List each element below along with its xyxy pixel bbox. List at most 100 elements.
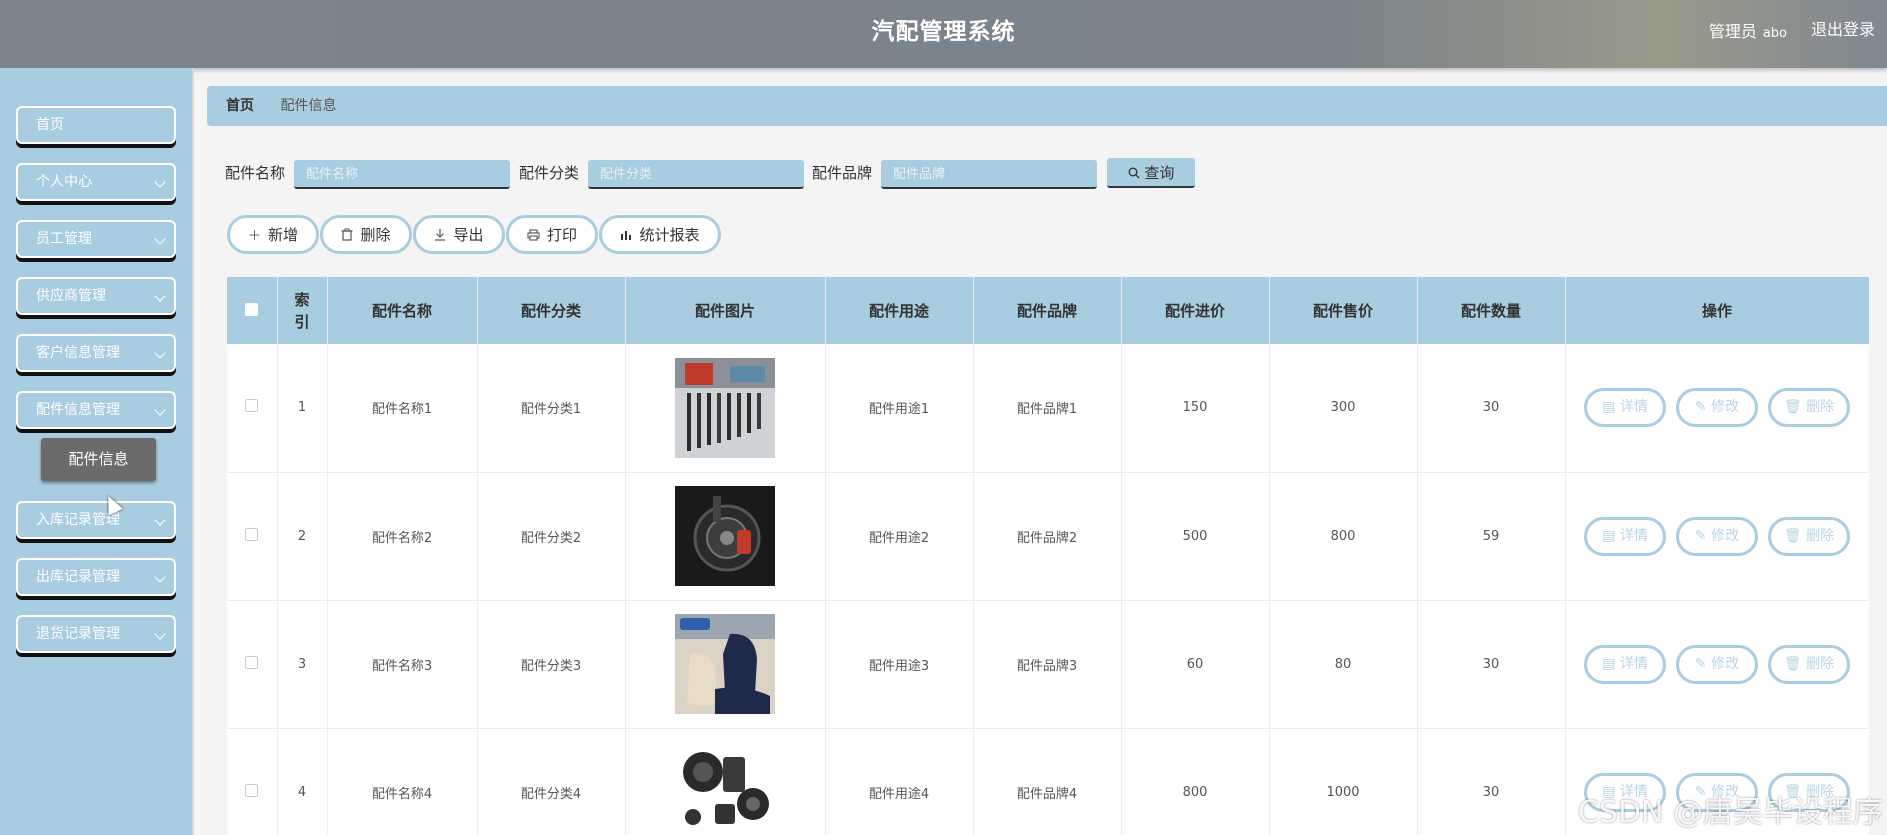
sidebar: 首页 个人中心 员工管理 供应商管理 客户信息管理 配件信息管理 配件信息 入库… xyxy=(0,68,194,835)
trash-icon: 🗑 xyxy=(1783,655,1802,672)
search-name-input[interactable] xyxy=(294,160,510,189)
cell-price: 800 xyxy=(1269,472,1418,601)
sidebar-item-label: 员工管理 xyxy=(36,231,92,247)
header-index: 索引 xyxy=(277,277,328,344)
chevron-down-icon xyxy=(154,176,166,188)
chevron-down-icon xyxy=(154,347,166,359)
detail-button[interactable]: ▤ 详情 xyxy=(1584,516,1666,556)
search-name-label: 配件名称 xyxy=(225,164,286,182)
table-row: 2 配件名称2 配件分类2 配件用途2 配件品牌2 500 800 59 ▤ 详… xyxy=(227,472,1869,601)
pencil-icon: ✎ xyxy=(1694,527,1707,544)
app-title: 汽配管理系统 xyxy=(871,18,1016,45)
cell-price: 1000 xyxy=(1269,728,1418,835)
cell-index: 1 xyxy=(277,344,328,473)
cell-actions: ▤ 详情 ✎ 修改 🗑 删除 xyxy=(1565,344,1869,473)
breadcrumb: 首页 配件信息 xyxy=(207,86,1887,126)
header-price: 配件售价 xyxy=(1269,277,1418,344)
bar-chart-icon xyxy=(621,230,632,240)
sidebar-item-employees[interactable]: 员工管理 xyxy=(16,220,176,258)
detail-button-label: 详情 xyxy=(1619,527,1648,544)
edit-button[interactable]: ✎ 修改 xyxy=(1676,516,1758,556)
report-button-label: 统计报表 xyxy=(639,226,700,244)
header-brand: 配件品牌 xyxy=(973,277,1122,344)
cell-usage: 配件用途1 xyxy=(825,344,974,473)
edit-button-label: 修改 xyxy=(1711,655,1740,672)
row-checkbox[interactable] xyxy=(245,655,259,669)
download-icon xyxy=(435,229,446,241)
row-select-cell xyxy=(227,344,278,473)
cell-image xyxy=(625,472,826,601)
logout-link[interactable]: 退出登录 xyxy=(1811,16,1875,40)
cell-actions: ▤ 详情 ✎ 修改 🗑 删除 xyxy=(1565,472,1869,601)
cell-name: 配件名称1 xyxy=(327,344,478,473)
cell-name: 配件名称3 xyxy=(327,600,478,729)
edit-button-label: 修改 xyxy=(1711,527,1740,544)
cell-usage: 配件用途2 xyxy=(825,472,974,601)
row-delete-button[interactable]: 🗑 删除 xyxy=(1768,388,1850,428)
add-button[interactable]: ＋ 新增 xyxy=(227,215,319,254)
detail-button[interactable]: ▤ 详情 xyxy=(1584,388,1666,428)
row-checkbox[interactable] xyxy=(245,399,259,413)
search-icon xyxy=(1128,167,1140,178)
sidebar-item-label: 出库记录管理 xyxy=(36,569,120,585)
row-delete-button[interactable]: 🗑 删除 xyxy=(1768,644,1850,684)
sidebar-item-parts[interactable]: 配件信息管理 xyxy=(16,391,176,429)
sidebar-item-label: 客户信息管理 xyxy=(36,345,120,361)
sidebar-item-label: 配件信息管理 xyxy=(36,402,120,418)
cell-price: 300 xyxy=(1269,344,1418,473)
search-brand-input[interactable] xyxy=(881,160,1097,189)
header-index-label: 索引 xyxy=(294,290,310,331)
cell-usage: 配件用途4 xyxy=(825,728,974,835)
breadcrumb-home[interactable]: 首页 xyxy=(226,98,254,114)
row-delete-button[interactable]: 🗑 删除 xyxy=(1768,516,1850,556)
cell-cost: 500 xyxy=(1121,472,1270,601)
cell-category: 配件分类1 xyxy=(477,344,626,473)
document-icon: ▤ xyxy=(1602,527,1616,544)
sidebar-item-personal-center[interactable]: 个人中心 xyxy=(16,163,176,201)
row-select-cell xyxy=(227,600,278,729)
search-category-input[interactable] xyxy=(588,160,804,189)
cell-name: 配件名称2 xyxy=(327,472,478,601)
top-header: 汽配管理系统 管理员 abo 退出登录 xyxy=(0,0,1887,68)
select-all-checkbox[interactable] xyxy=(245,302,259,316)
sidebar-item-suppliers[interactable]: 供应商管理 xyxy=(16,277,176,315)
row-select-cell xyxy=(227,728,278,835)
edit-button[interactable]: ✎ 修改 xyxy=(1676,644,1758,684)
header-select-all[interactable] xyxy=(227,277,278,344)
document-icon: ▤ xyxy=(1602,399,1616,416)
table-row: 3 配件名称3 配件分类3 配件用途3 配件品牌3 60 80 30 ▤ 详情 … xyxy=(227,600,1869,729)
detail-button-label: 详情 xyxy=(1619,655,1648,672)
cell-index: 2 xyxy=(277,472,328,601)
edit-button-label: 修改 xyxy=(1711,399,1740,416)
export-button-label: 导出 xyxy=(453,226,484,244)
submenu-item-parts-info[interactable]: 配件信息 xyxy=(41,438,156,481)
sidebar-item-outbound[interactable]: 出库记录管理 xyxy=(16,558,176,596)
cell-brand: 配件品牌1 xyxy=(973,344,1122,473)
print-button[interactable]: 打印 xyxy=(506,215,598,254)
row-checkbox[interactable] xyxy=(245,783,259,797)
header-actions: 操作 xyxy=(1565,277,1869,344)
user-name: abo xyxy=(1762,26,1787,41)
chevron-down-icon xyxy=(154,290,166,302)
row-select-cell xyxy=(227,472,278,601)
cell-category: 配件分类2 xyxy=(477,472,626,601)
sidebar-item-label: 首页 xyxy=(36,117,64,133)
sidebar-item-inbound[interactable]: 入库记录管理 xyxy=(16,501,176,539)
row-delete-button-label: 删除 xyxy=(1806,399,1835,416)
sidebar-item-customers[interactable]: 客户信息管理 xyxy=(16,334,176,372)
export-button[interactable]: 导出 xyxy=(413,215,505,254)
header-image: 配件图片 xyxy=(625,277,826,344)
detail-button[interactable]: ▤ 详情 xyxy=(1584,644,1666,684)
add-button-label: 新增 xyxy=(268,226,299,244)
search-brand-label: 配件品牌 xyxy=(812,164,873,182)
search-button[interactable]: 查询 xyxy=(1107,158,1195,188)
row-checkbox[interactable] xyxy=(245,527,259,541)
table-row: 1 配件名称1 配件分类1 配件用途1 配件品牌1 150 300 30 ▤ 详… xyxy=(227,344,1869,473)
report-button[interactable]: 统计报表 xyxy=(599,215,721,254)
edit-button[interactable]: ✎ 修改 xyxy=(1676,388,1758,428)
trash-icon: 🗑 xyxy=(1783,399,1802,416)
sidebar-item-returns[interactable]: 退货记录管理 xyxy=(16,615,176,653)
sidebar-item-home[interactable]: 首页 xyxy=(16,106,176,144)
delete-button[interactable]: 删除 xyxy=(320,215,412,254)
cell-quantity: 59 xyxy=(1417,472,1566,601)
